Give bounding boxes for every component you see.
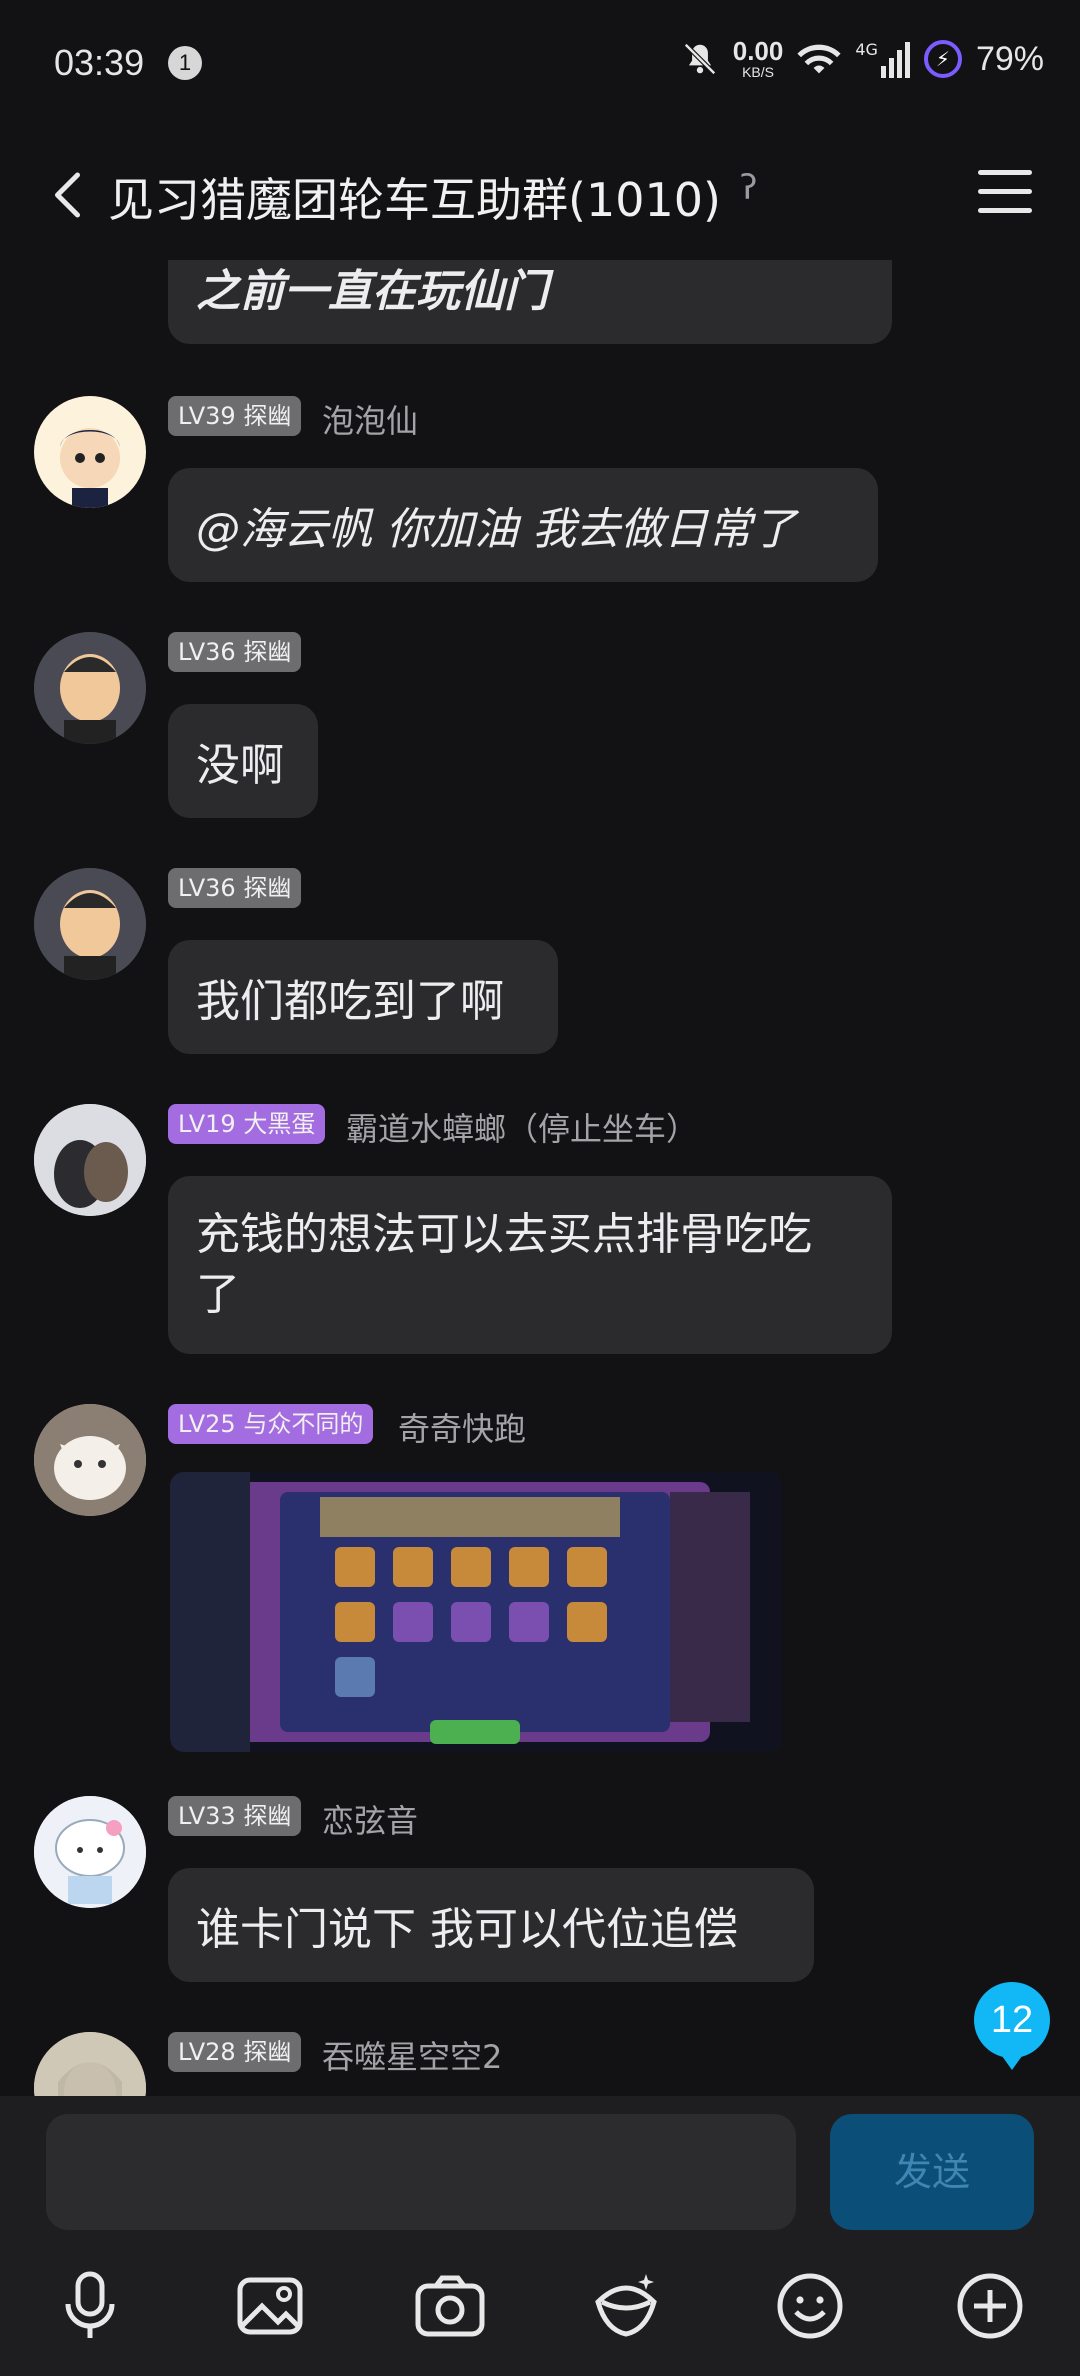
level-badge: LV28 探幽 <box>168 2032 302 2072</box>
group-title: 见习猎魔团轮车互助群(1010) <box>108 173 721 227</box>
avatar[interactable] <box>34 1104 146 1216</box>
level-badge: LV33 探幽 <box>168 1796 302 1836</box>
avatar[interactable] <box>34 632 146 744</box>
input-toolbar <box>0 2266 1080 2346</box>
avatar[interactable] <box>34 396 146 508</box>
mic-icon[interactable] <box>50 2266 130 2346</box>
camera-icon[interactable] <box>410 2266 490 2346</box>
level-badge: LV36 探幽 <box>168 868 302 908</box>
emoji-icon[interactable] <box>770 2266 850 2346</box>
avatar[interactable] <box>34 868 146 980</box>
sender-name[interactable]: 泡泡仙 <box>322 396 418 442</box>
chat-header: 见习猎魔团轮车互助群(1010) ʔ <box>0 130 1080 260</box>
message-list[interactable]: 之前一直在玩仙门 LV39 探幽 泡泡仙 @海云帆 你加油 我去做日常了 LV3… <box>0 260 1080 2096</box>
mute-bell-icon <box>683 43 716 75</box>
message-bubble[interactable]: 之前一直在玩仙门 <box>168 260 892 344</box>
avatar[interactable] <box>34 2032 146 2096</box>
message-bubble[interactable]: 我们都吃到了啊 <box>168 940 558 1054</box>
input-bar: 发送 <box>0 2096 1080 2376</box>
sender-name[interactable]: 霸道水蟑螂（停止坐车） <box>346 1104 698 1150</box>
back-icon[interactable] <box>40 165 100 225</box>
sender-name[interactable]: 奇奇快跑 <box>398 1404 526 1450</box>
level-badge: LV19 大黑蛋 <box>168 1104 326 1144</box>
game-screenshot-image[interactable] <box>170 1472 782 1752</box>
level-badge: LV36 探幽 <box>168 632 302 672</box>
menu-icon[interactable] <box>978 170 1032 220</box>
status-bar: 03:39 1 0.00 KB/S 4G ⚡ 79% <box>0 0 1080 130</box>
message-bubble[interactable]: 谁卡门说下 我可以代位追偿 <box>168 1868 814 1982</box>
avatar[interactable] <box>34 1796 146 1908</box>
message-bubble[interactable]: 没啊 <box>168 704 318 818</box>
plus-icon[interactable] <box>950 2266 1030 2346</box>
cell-signal-icon: 4G <box>855 40 910 78</box>
battery-level: 79% <box>975 39 1044 78</box>
battery-charging-icon: ⚡ <box>923 40 962 78</box>
level-badge: LV25 与众不同的 <box>168 1404 374 1444</box>
status-time: 03:39 <box>54 42 145 83</box>
message-bubble[interactable]: 充钱的想法可以去买点排骨吃吃了 <box>168 1176 892 1354</box>
ear-icon: ʔ <box>740 168 758 208</box>
red-packet-icon[interactable] <box>586 2266 666 2346</box>
level-badge: LV39 探幽 <box>168 396 302 436</box>
network-speed: 0.00 KB/S <box>732 36 784 80</box>
message-input[interactable] <box>46 2114 796 2230</box>
wifi-icon <box>797 44 841 74</box>
unread-count-badge[interactable]: 12 <box>974 1982 1050 2070</box>
send-button[interactable]: 发送 <box>830 2114 1034 2230</box>
notification-count: 1 <box>168 46 202 80</box>
sender-name[interactable]: 吞噬星空空2 <box>322 2032 502 2078</box>
image-icon[interactable] <box>230 2266 310 2346</box>
message-bubble[interactable]: @海云帆 你加油 我去做日常了 <box>168 468 878 582</box>
avatar[interactable] <box>34 1404 146 1516</box>
sender-name[interactable]: 恋弦音 <box>322 1796 418 1842</box>
